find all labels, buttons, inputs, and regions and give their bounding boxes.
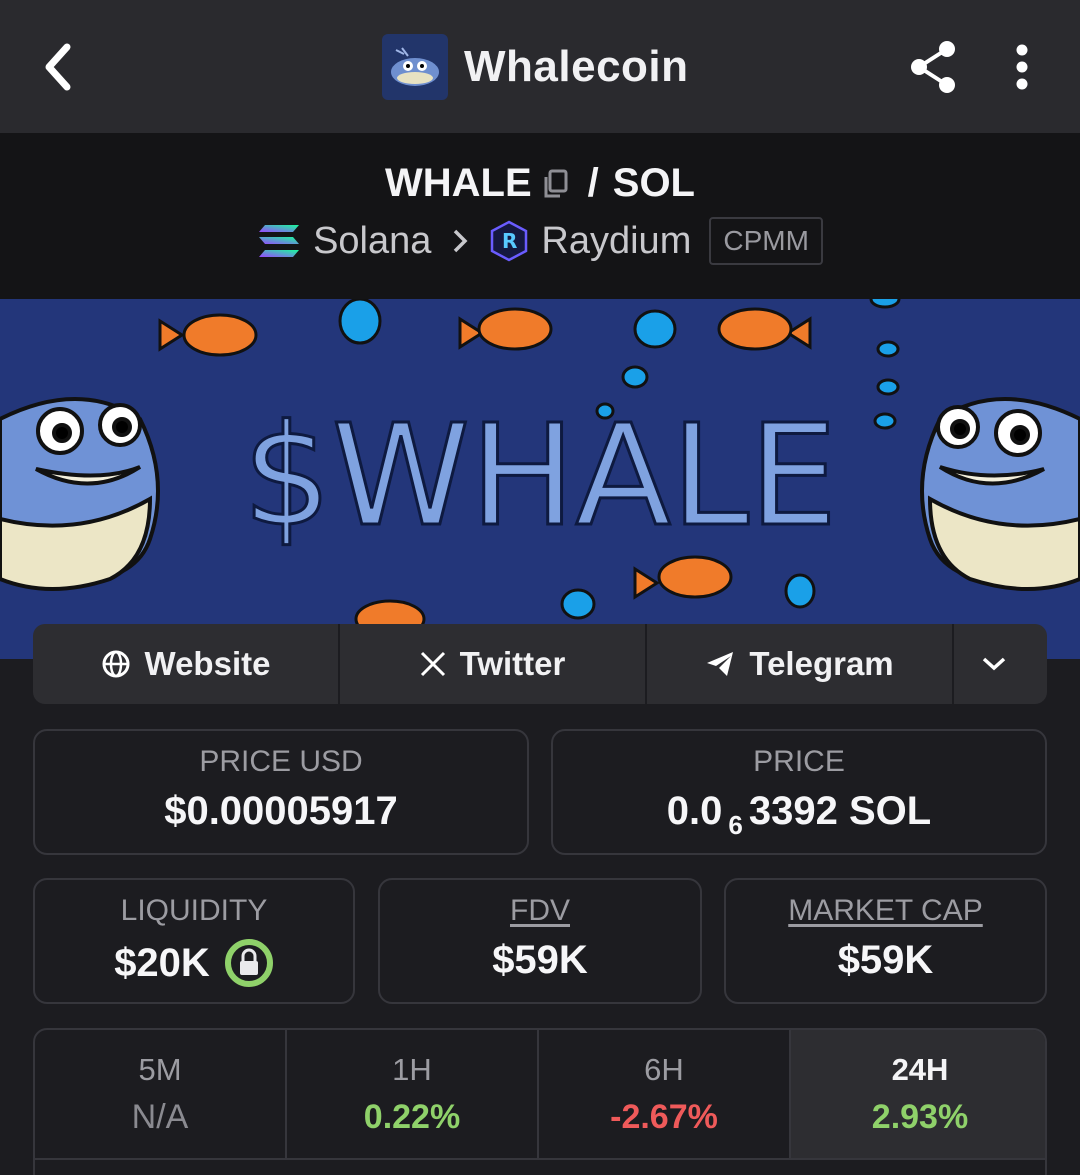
chevron-left-icon <box>45 43 71 91</box>
tab-6h[interactable]: 6H -2.67% <box>539 1030 791 1160</box>
tab-5m-label: 5M <box>138 1052 182 1087</box>
fdv-label[interactable]: FDV <box>380 894 700 928</box>
telegram-link-button[interactable]: Telegram <box>647 624 954 704</box>
more-links-dropdown[interactable] <box>954 624 1047 704</box>
chain-name: Solana <box>313 219 432 262</box>
fdv-value: $59K <box>492 938 588 982</box>
tab-1h-value: 0.22% <box>363 1098 461 1136</box>
pair-header: WHALE / SOL Solana R Raydium CPMM <box>0 133 1080 299</box>
market-cap-card: MARKET CAP $59K <box>724 878 1047 1004</box>
liquidity-lock-button[interactable] <box>224 938 274 988</box>
whale-banner-art: $WHALE <box>0 299 1080 659</box>
token-banner-image: $WHALE <box>0 299 1080 659</box>
tab-6h-value: -2.67% <box>610 1098 718 1136</box>
telegram-icon <box>707 652 734 676</box>
quote-token-symbol: SOL <box>612 161 695 205</box>
chain-breadcrumb: Solana R Raydium CPMM <box>0 217 1080 265</box>
tab-5m-value: N/A <box>131 1098 189 1136</box>
copy-address-button[interactable] <box>540 168 570 200</box>
kebab-menu-icon <box>1016 44 1028 90</box>
liquidity-label: LIQUIDITY <box>120 894 268 927</box>
tab-24h-value: 2.93% <box>871 1098 969 1136</box>
tab-24h-label: 24H <box>891 1052 949 1087</box>
raydium-icon: R <box>491 220 528 262</box>
fdv-card: FDV $59K <box>378 878 702 1004</box>
svg-text:R: R <box>502 229 517 253</box>
globe-icon <box>102 650 130 678</box>
copy-icon <box>544 169 568 197</box>
token-logo <box>382 34 448 100</box>
price-sol-card: PRICE 0.0 6 3392 SOL <box>551 729 1047 855</box>
liquidity-card: LIQUIDITY $20K <box>33 878 355 1004</box>
market-cap-value: $59K <box>837 938 934 982</box>
dex-name: Raydium <box>541 219 692 262</box>
share-icon <box>911 41 955 93</box>
price-sol-label: PRICE <box>753 745 845 778</box>
lock-icon <box>224 939 273 987</box>
price-usd-value: $0.00005917 <box>164 789 398 833</box>
social-links-bar: Website Twitter Telegram <box>33 624 1047 704</box>
price-usd-card: PRICE USD $0.00005917 <box>33 729 529 855</box>
telegram-link-label: Telegram <box>749 645 894 682</box>
price-sol-prefix: 0.0 <box>666 789 723 833</box>
dex-link[interactable]: R Raydium <box>489 219 691 263</box>
pool-type-badge: CPMM <box>709 217 823 265</box>
pair-separator: / <box>587 161 599 205</box>
liquidity-value-row: $20K <box>35 938 353 988</box>
page-title: Whalecoin <box>464 42 689 91</box>
website-link-label: Website <box>144 645 271 682</box>
chevron-right-icon <box>451 228 469 254</box>
tab-5m[interactable]: 5M N/A <box>35 1030 287 1160</box>
website-link-button[interactable]: Website <box>33 624 340 704</box>
back-button[interactable] <box>30 36 86 98</box>
price-sol-value: 0.0 6 3392 SOL <box>553 789 1045 840</box>
tab-1h[interactable]: 1H 0.22% <box>287 1030 539 1160</box>
liquidity-value: $20K <box>114 940 210 985</box>
x-logo-icon <box>420 651 445 677</box>
price-change-tabs: 5M N/A 1H 0.22% 6H -2.67% 24H 2.93% <box>33 1028 1047 1175</box>
more-options-button[interactable] <box>996 36 1048 98</box>
top-app-bar: Whalecoin <box>0 0 1080 133</box>
chevron-down-icon <box>982 657 1005 671</box>
pair-title: WHALE / SOL <box>0 161 1080 206</box>
chain-link[interactable]: Solana <box>257 220 431 263</box>
price-sol-zero-count: 6 <box>728 810 743 840</box>
solana-icon <box>259 225 300 257</box>
price-sol-digits: 3392 SOL <box>748 789 932 833</box>
banner-text: $WHALE <box>243 395 838 558</box>
market-cap-label[interactable]: MARKET CAP <box>726 894 1045 928</box>
twitter-link-label: Twitter <box>459 645 566 682</box>
base-token-symbol: WHALE <box>385 161 532 205</box>
tab-1h-label: 1H <box>392 1052 432 1087</box>
share-button[interactable] <box>902 36 964 98</box>
tab-24h[interactable]: 24H 2.93% <box>791 1030 1045 1160</box>
token-title: Whalecoin <box>382 34 689 100</box>
divider <box>33 1158 1047 1160</box>
tab-6h-label: 6H <box>644 1052 684 1087</box>
price-usd-label: PRICE USD <box>199 745 363 778</box>
twitter-link-button[interactable]: Twitter <box>340 624 647 704</box>
